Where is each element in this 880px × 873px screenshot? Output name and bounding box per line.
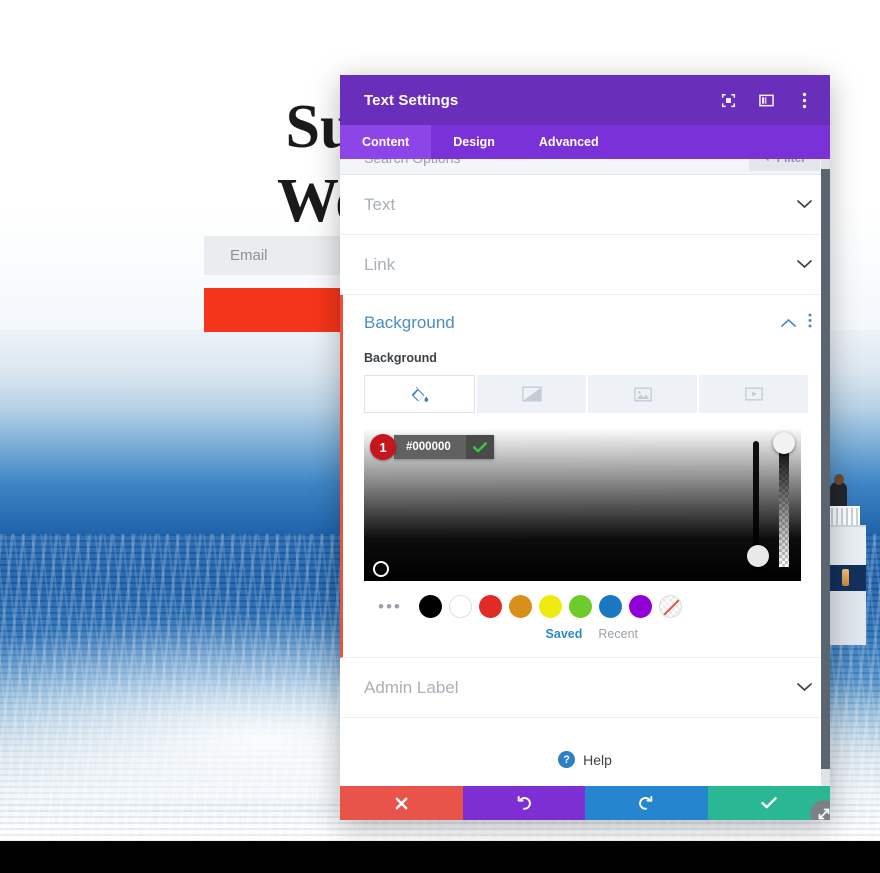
swatch-red[interactable]	[478, 595, 502, 618]
chevron-down-icon	[797, 256, 812, 274]
section-background-title: Background	[364, 313, 455, 332]
help-label: Help	[583, 751, 612, 768]
chevron-down-icon	[797, 679, 812, 697]
saturation-cursor[interactable]	[373, 561, 389, 577]
hue-slider-handle[interactable]	[747, 545, 769, 567]
redo-button[interactable]	[585, 786, 708, 820]
swatch-orange[interactable]	[508, 595, 532, 618]
swatch-blue[interactable]	[598, 595, 622, 618]
checkmark-icon	[473, 441, 487, 452]
section-text-label: Text	[364, 194, 396, 214]
background-image-tab[interactable]	[588, 375, 697, 413]
background-type-tabs	[364, 375, 808, 413]
help-row[interactable]: ? Help	[340, 718, 830, 786]
modal-header: Text Settings	[340, 75, 830, 125]
modal-footer	[340, 786, 830, 820]
hex-confirm-button[interactable]	[466, 435, 494, 459]
paint-bucket-icon	[412, 385, 429, 402]
redo-icon	[639, 795, 653, 810]
video-icon	[744, 387, 763, 401]
palette-tabs: Saved Recent	[364, 627, 808, 641]
swatch-white[interactable]	[448, 595, 472, 618]
cancel-button[interactable]	[340, 786, 463, 820]
background-color-tab[interactable]	[364, 375, 475, 413]
swatch-black[interactable]	[418, 595, 442, 618]
close-icon	[395, 797, 408, 809]
search-options-row: Search Options Filter	[340, 159, 830, 175]
filter-button[interactable]: Filter	[748, 159, 820, 171]
resize-arrow-icon	[818, 808, 830, 820]
person-dark-head	[834, 474, 844, 485]
boat-lamp-right	[842, 569, 849, 586]
modal-tabs: Content Design Advanced	[340, 125, 830, 159]
section-background-header[interactable]: Background	[343, 295, 830, 351]
tab-advanced[interactable]: Advanced	[517, 125, 621, 159]
section-background-tools	[781, 313, 812, 333]
swatch-purple[interactable]	[628, 595, 652, 618]
step-badge-1: 1	[370, 434, 396, 460]
alpha-slider-handle[interactable]	[773, 432, 795, 454]
background-field: Background 1 #000000 ••• Saved Recent	[343, 351, 830, 641]
split-view-icon[interactable]	[752, 86, 780, 114]
text-settings-modal: Text Settings Content Design Advanced Te…	[340, 75, 830, 820]
section-admin-label[interactable]: Admin Label	[340, 658, 830, 718]
checkmark-icon	[761, 797, 777, 809]
chevron-down-icon	[797, 196, 812, 214]
question-mark-icon: ?	[558, 751, 576, 768]
hex-input-group: #000000	[394, 435, 494, 459]
hex-color-input[interactable]: #000000	[394, 435, 466, 459]
filter-label: Filter	[777, 159, 806, 165]
hue-slider-track[interactable]	[753, 441, 759, 561]
modal-header-actions	[714, 86, 818, 114]
modal-scrollbar-track[interactable]	[821, 159, 830, 786]
undo-icon	[517, 795, 531, 810]
tab-design[interactable]: Design	[431, 125, 517, 159]
modal-title: Text Settings	[364, 91, 459, 109]
tab-content[interactable]: Content	[340, 125, 432, 159]
fullscreen-icon[interactable]	[714, 86, 742, 114]
section-more-options-icon[interactable]	[808, 313, 812, 333]
background-gradient-tab[interactable]	[477, 375, 586, 413]
palette-tab-recent[interactable]: Recent	[598, 627, 638, 641]
alpha-slider-track[interactable]	[779, 441, 789, 567]
background-field-label: Background	[364, 351, 437, 365]
section-admin-label-label: Admin Label	[364, 677, 459, 697]
more-swatches-icon[interactable]: •••	[378, 597, 402, 617]
modal-scrollbar-thumb[interactable]	[821, 169, 830, 769]
undo-button[interactable]	[462, 786, 585, 820]
gradient-icon	[521, 386, 542, 402]
palette-tab-saved[interactable]: Saved	[546, 627, 583, 641]
section-background: Background Background 1 #000000 ••• Save…	[340, 295, 830, 658]
section-link[interactable]: Link	[340, 235, 830, 295]
viewport-bottom-bar	[0, 841, 880, 873]
filter-icon	[766, 159, 769, 162]
modal-body: Search Options Filter Text Link	[340, 159, 830, 786]
more-options-icon[interactable]	[790, 86, 818, 114]
section-text[interactable]: Text	[340, 175, 830, 235]
search-input[interactable]: Search Options	[364, 159, 461, 166]
color-swatch-row: •••	[364, 595, 808, 618]
swatch-transparent[interactable]	[658, 595, 682, 618]
image-icon	[633, 387, 652, 401]
section-link-label: Link	[364, 254, 396, 274]
background-video-tab[interactable]	[699, 375, 808, 413]
color-picker-saturation-area[interactable]: 1 #000000	[364, 429, 801, 581]
screen: Su We Email Text Settings Content Design…	[0, 0, 880, 873]
swatch-yellow[interactable]	[538, 595, 562, 618]
chevron-up-icon[interactable]	[781, 314, 796, 332]
swatch-green[interactable]	[568, 595, 592, 618]
